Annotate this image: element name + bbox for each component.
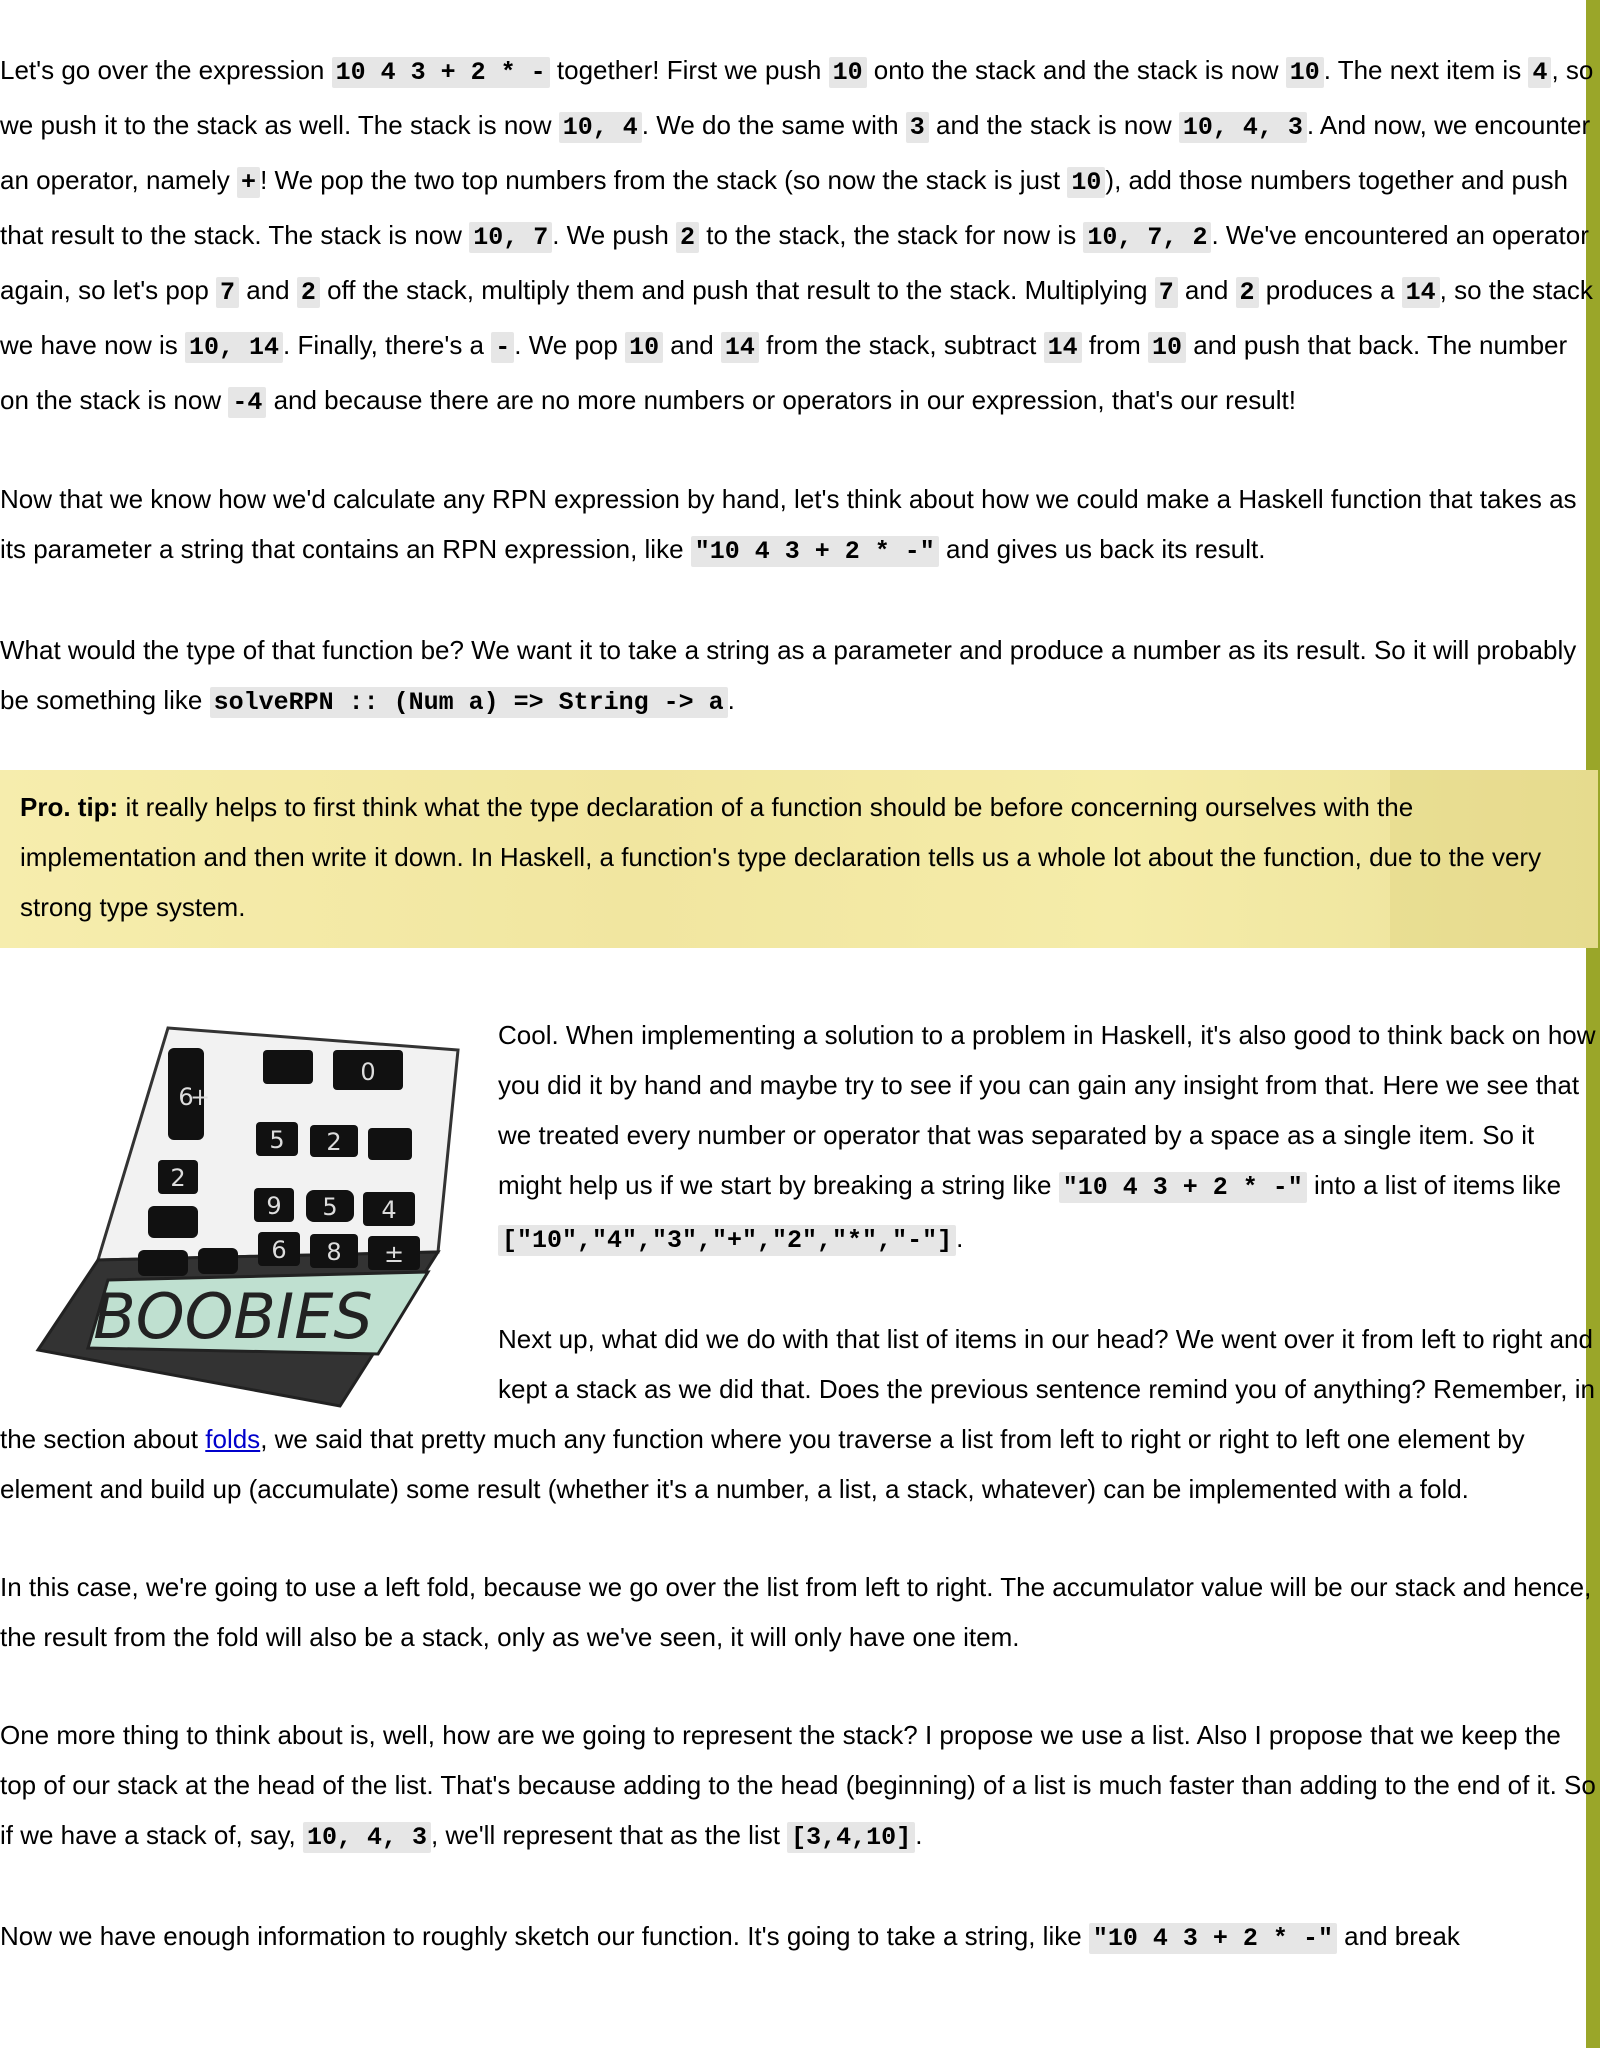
inline-code: 10 [1067,167,1106,198]
inline-code: 2 [296,277,320,308]
text: , we'll represent that as the list [431,1820,788,1850]
section-fold-discussion: BOOBIES 6 + 0 2 5 2 9 5 4 6 8 ± Cool. Wh… [0,948,1598,1964]
inline-code: 2 [1235,277,1259,308]
inline-code: + [237,167,261,198]
inline-code: solveRPN :: (Num a) => String -> a [209,687,728,718]
folds-link[interactable]: folds [205,1424,260,1454]
text: to the stack, the stack for now is [699,220,1084,250]
text: . [915,1820,923,1850]
inline-code: "10 4 3 + 2 * -" [1088,1923,1337,1954]
inline-code: 3 [905,112,929,143]
paragraph-rpn-walkthrough: Let's go over the expression 10 4 3 + 2 … [0,0,1598,474]
text: from the stack, subtract [758,330,1044,360]
text: Let's go over the expression [0,55,332,85]
inline-code: 14 [720,332,759,363]
paragraph-haskell-function: Now that we know how we'd calculate any … [0,474,1598,625]
inline-code: 2 [676,222,700,253]
inline-code: "10 4 3 + 2 * -" [690,536,939,567]
text: and break [1336,1921,1460,1951]
text: and gives us back its result. [938,534,1266,564]
text: . [727,685,735,715]
key-label: 5 [322,1193,337,1221]
text: produces a [1258,275,1402,305]
text: . Finally, there's a [283,330,492,360]
inline-code: 7 [216,277,240,308]
inline-code: -4 [228,387,267,418]
inline-code: 10 4 3 + 2 * - [331,57,550,88]
key-label: 9 [266,1192,281,1220]
inline-code: 7 [1154,277,1178,308]
inline-code: 14 [1401,277,1440,308]
text: from [1081,330,1149,360]
pro-tip-label: Pro. tip: [20,792,119,822]
calculator-display: BOOBIES [93,1280,372,1353]
text: . [956,1223,964,1253]
text: it really helps to first think what the … [20,792,1542,922]
paragraph-left-fold: In this case, we're going to use a left … [0,1562,1598,1710]
inline-code: [3,4,10] [787,1822,916,1853]
text: into a list of items like [1306,1170,1562,1200]
text: . We push [552,220,677,250]
inline-code: 4 [1528,57,1552,88]
inline-code: "10 4 3 + 2 * -" [1058,1172,1307,1203]
text: . The next item is [1323,55,1529,85]
text: and [239,275,297,305]
key-label: + [190,1083,210,1111]
key-label: ± [384,1240,404,1268]
key-label: 0 [360,1058,375,1086]
inline-code: 10 [1285,57,1324,88]
paragraph-sketch-function: Now we have enough information to roughl… [0,1911,1598,1964]
inline-code: 10, 7 [469,222,553,253]
text: and because there are no more numbers or… [266,385,1296,415]
key-label: 2 [326,1128,341,1156]
text: and the stack is now [928,110,1179,140]
key-label: 4 [381,1196,396,1224]
article-content: Let's go over the expression 10 4 3 + 2 … [0,0,1598,1964]
text: off the stack, multiply them and push th… [319,275,1155,305]
text: Now we have enough information to roughl… [0,1921,1089,1951]
inline-code: 10 [1148,332,1187,363]
inline-code: 10, 4 [558,112,642,143]
text: ! We pop the two top numbers from the st… [260,165,1068,195]
text: . We pop [514,330,626,360]
inline-code: - [491,332,515,363]
inline-code: 10, 4, 3 [1178,112,1307,143]
text: In this case, we're going to use a left … [0,1572,1592,1652]
key-label: 8 [326,1238,341,1266]
paragraph-function-type: What would the type of that function be?… [0,625,1598,770]
pro-tip-box: Pro. tip: it really helps to first think… [0,770,1598,948]
text: onto the stack and the stack is now [866,55,1286,85]
inline-code: 10 [828,57,867,88]
calculator-illustration: BOOBIES 6 + 0 2 5 2 9 5 4 6 8 ± [35,1026,460,1408]
text: and [663,330,721,360]
inline-code: 14 [1043,332,1082,363]
paragraph-stack-representation: One more thing to think about is, well, … [0,1710,1598,1911]
inline-code: 10, 4, 3 [303,1822,432,1853]
text: . We do the same with [641,110,906,140]
key-label: 2 [170,1164,185,1192]
inline-code: ["10","4","3","+","2","*","-"] [498,1225,957,1256]
inline-code: 10, 7, 2 [1083,222,1212,253]
key-label: 5 [269,1126,284,1154]
key-label: 6 [271,1236,286,1264]
text: together! First we push [549,55,829,85]
inline-code: 10, 14 [184,332,283,363]
pro-tip-text: Pro. tip: it really helps to first think… [20,782,1578,932]
text: and [1177,275,1236,305]
inline-code: 10 [625,332,664,363]
